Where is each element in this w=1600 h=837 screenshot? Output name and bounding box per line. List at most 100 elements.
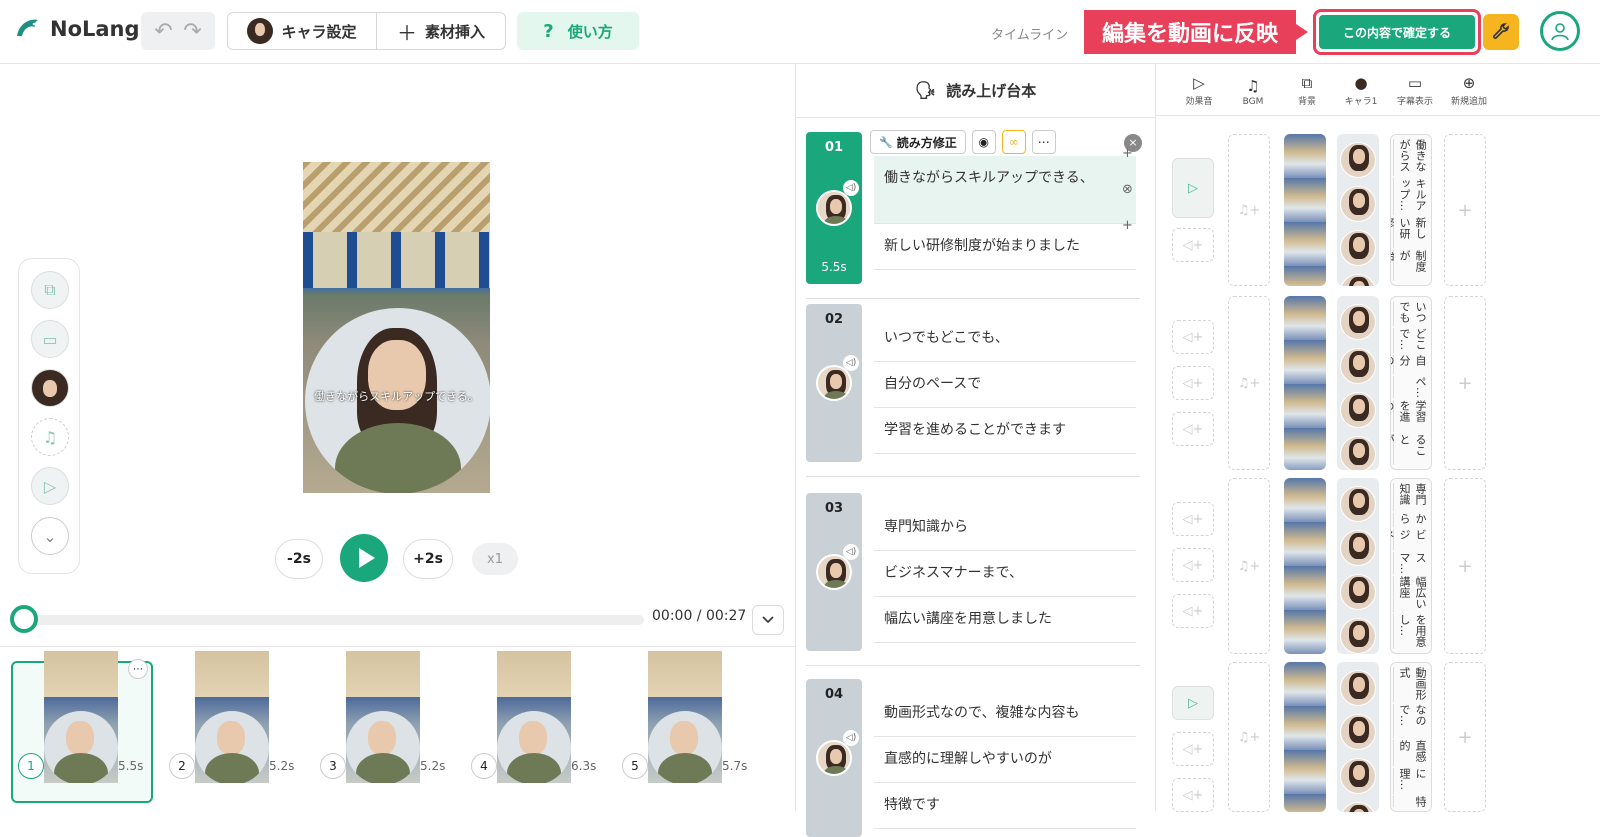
sound-effect-slot[interactable]: ◁+ [1172,732,1214,766]
scene-badge[interactable]: 02 ◁) [806,304,862,462]
scene-badge[interactable]: 01 ◁) 5.5s [806,132,862,284]
timeline-dropdown[interactable] [752,605,784,635]
scene-speaker-avatar[interactable] [816,365,852,401]
layer-toggle-icon[interactable]: ⧉ [31,271,69,309]
speed-button[interactable]: x1 [472,543,518,575]
add-track-slot[interactable]: + [1444,478,1486,654]
subtitle-chunk: なので… [1393,703,1429,739]
play-button[interactable] [340,534,388,582]
sound-effect-slot[interactable]: ▷ [1172,686,1214,720]
script-line[interactable]: ビジネスマナーまで、 [874,551,1136,597]
add-line-above-icon[interactable]: + [1122,146,1133,161]
video-preview[interactable]: 働きながらスキルアップできる。 [303,162,490,493]
subtitle-track[interactable]: 動画形式 なので… 直感的 に理… 特 [1390,662,1432,812]
bgm-slot[interactable]: ♫+ [1228,134,1270,286]
rewind-button[interactable]: -2s [275,539,323,579]
scene-thumbnail[interactable] [346,651,420,783]
forward-button[interactable]: +2s [403,539,453,579]
chara-toggle-avatar[interactable] [31,369,69,407]
sound-effect-toggle-icon[interactable]: ▷ [31,467,69,505]
script-line[interactable]: 新しい研修制度が始まりました [874,224,1136,270]
scene-speaker-avatar[interactable] [816,554,852,590]
bgm-slot[interactable]: ♫+ [1228,478,1270,654]
scene-thumbnail[interactable] [648,651,722,783]
scene-separator [806,665,1140,666]
sound-effect-slot[interactable]: ▷ [1172,158,1214,218]
timeline-tab[interactable]: ▷ 効果音 [1172,74,1226,107]
subtitle-track[interactable]: 働きながらスキルアップ…新しい研修制度が始… [1390,134,1432,286]
scene-badge[interactable]: 04 ◁) [806,679,862,837]
bgm-slot[interactable]: ♫+ [1228,662,1270,812]
background-image-track[interactable] [1284,478,1326,654]
redo-icon[interactable]: ↷ [183,19,201,44]
script-line[interactable]: 動画形式なので、複雑な内容も [874,691,1136,737]
add-track-slot[interactable]: + [1444,662,1486,812]
scene-speaker-avatar[interactable] [816,190,852,226]
timeline-tab[interactable]: ♫ BGM [1226,77,1280,107]
add-track-slot[interactable]: + [1444,134,1486,286]
character-track[interactable] [1337,662,1379,812]
speaker-volume-icon[interactable]: ◁) [843,544,859,560]
remove-line-icon[interactable]: ⊗ [1122,182,1133,197]
seek-bar-track[interactable] [16,615,644,625]
subtitle-track[interactable]: いつでもどこで…自分のペ…学習を進めることが… [1390,296,1432,470]
subtitle-toggle-icon[interactable]: ▭ [31,320,69,358]
confirm-button[interactable]: この内容で確定する [1319,15,1475,49]
sound-effect-slot[interactable]: ◁+ [1172,228,1214,262]
scene-thumbnail[interactable] [44,651,118,783]
sound-effect-slot[interactable]: ◁+ [1172,366,1214,400]
script-line[interactable]: 直感的に理解しやすいのが [874,737,1136,783]
script-line[interactable]: いつでもどこでも、 [874,316,1136,362]
add-line-below-icon[interactable]: + [1122,218,1133,233]
scene-badge[interactable]: 03 ◁) [806,493,862,651]
sound-effect-slot[interactable]: ◁+ [1172,320,1214,354]
bgm-toggle-icon[interactable]: ♫ [31,418,69,456]
scene-thumbnail[interactable] [497,651,571,783]
user-avatar-button[interactable] [1540,11,1580,51]
chara-settings-button[interactable]: キャラ設定 [227,12,377,50]
app-logo[interactable]: NoLang [14,16,140,42]
script-line[interactable]: 専門知識から [874,505,1136,551]
timeline-tab[interactable]: ● キャラ1 [1334,74,1388,107]
speaker-volume-icon[interactable]: ◁) [843,355,859,371]
sound-effect-slot[interactable]: ◁+ [1172,778,1214,812]
wrench-button[interactable] [1483,14,1519,50]
collapse-chevron-icon[interactable]: ⌄ [31,517,69,555]
timeline-tab[interactable]: ⊕ 新規追加 [1442,74,1496,107]
timeline-tab[interactable]: ▭ 字幕表示 [1388,74,1442,107]
insert-material-button[interactable]: ＋ 素材挿入 [376,12,506,50]
background-image-track[interactable] [1284,662,1326,812]
background-image-track[interactable] [1284,134,1326,286]
bgm-slot[interactable]: ♫+ [1228,296,1270,470]
speaker-volume-icon[interactable]: ◁) [843,730,859,746]
preview-eye-button[interactable]: ◉ [971,130,996,154]
undo-icon[interactable]: ↶ [154,19,172,44]
script-line[interactable]: 自分のペースで [874,362,1136,408]
character-track[interactable] [1337,478,1379,654]
sound-effect-slot[interactable]: ◁+ [1172,548,1214,582]
seek-bar-knob[interactable] [10,605,38,633]
line-more-button[interactable]: ⋯ [1031,130,1056,154]
sound-effect-slot[interactable]: ◁+ [1172,502,1214,536]
timeline-tab[interactable]: ⧉ 背景 [1280,74,1334,107]
character-track[interactable] [1337,296,1379,470]
script-line[interactable]: 幅広い講座を用意しました [874,597,1136,643]
subtitle-track[interactable]: 専門知識からビジネスマ…幅広い講座を用意し… [1390,478,1432,654]
script-line[interactable]: 特徴です [874,783,1136,829]
scene-thumbnail[interactable] [195,651,269,783]
fix-reading-button[interactable]: 🔧 読み方修正 [870,130,966,154]
link-button[interactable]: ∞ [1001,130,1026,154]
scene-speaker-avatar[interactable] [816,740,852,776]
timeline-label[interactable]: タイムライン [991,24,1068,43]
sound-effect-slot[interactable]: ◁+ [1172,594,1214,628]
sound-effect-slot[interactable]: ◁+ [1172,412,1214,446]
help-button[interactable]: ? 使い方 [517,12,639,50]
speaker-volume-icon[interactable]: ◁) [843,180,859,196]
character-track[interactable] [1337,134,1379,286]
script-line[interactable]: 働きながらスキルアップできる、 [874,156,1136,224]
thumbnail-more-button[interactable]: ⋯ [128,659,148,679]
add-track-slot[interactable]: + [1444,296,1486,470]
preview-background-ceiling [303,162,490,232]
script-line[interactable]: 学習を進めることができます [874,408,1136,454]
background-image-track[interactable] [1284,296,1326,470]
